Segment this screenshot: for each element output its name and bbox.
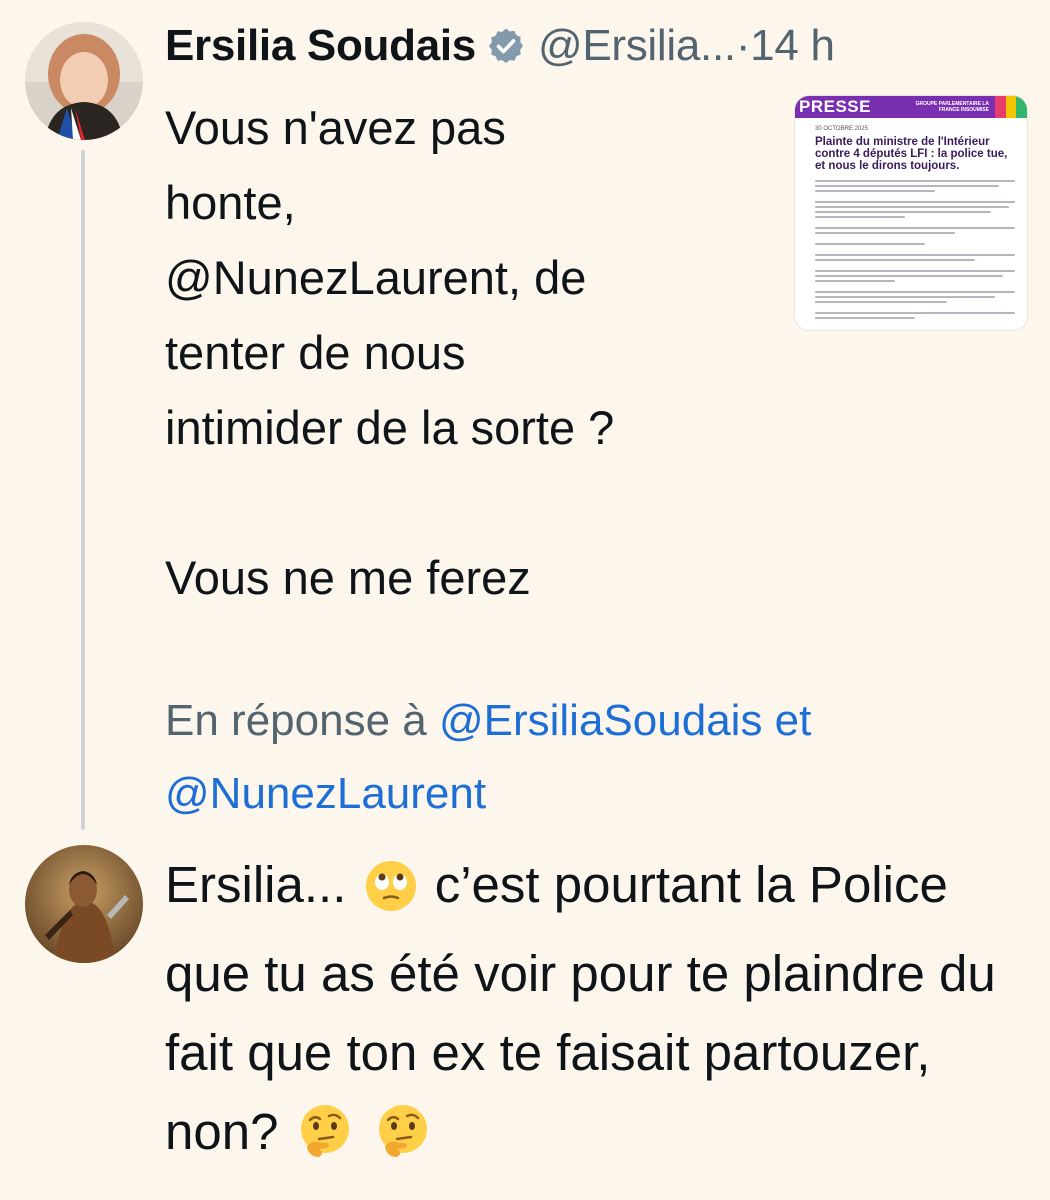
tweet-text-line: tenter de nous: [165, 326, 466, 379]
reply-text-part1: Ersilia...: [165, 856, 347, 913]
reply-context: En réponse à @ErsiliaSoudais et @NunezLa…: [165, 684, 965, 830]
press-banner-title: PRESSE: [799, 97, 871, 116]
color-stripes: [995, 96, 1027, 118]
verified-badge-icon: [486, 26, 526, 66]
tweet-text-line: @NunezLaurent, de: [165, 251, 587, 304]
press-banner: PRESSE GROUPE PARLEMENTAIRE LA FRANCE IN…: [795, 96, 995, 118]
tweet-text-line: intimider de la sorte ?: [165, 401, 615, 454]
mention-ersiliasoudais[interactable]: @ErsiliaSoudais: [439, 696, 762, 745]
press-body-text: [815, 180, 1015, 322]
thread-connector-line: [81, 150, 85, 830]
thinking-face-emoji: [297, 1102, 353, 1181]
avatar-ersilia-soudais[interactable]: [25, 22, 143, 140]
reply-tweet-text: Ersilia... c’est pourtant la Police que …: [165, 845, 1035, 1181]
tweet-header: Ersilia Soudais @Ersilia... · 14 h: [165, 16, 835, 76]
press-date: 30 OCTOBRE 2025: [815, 126, 868, 132]
tweet-text-line: honte,: [165, 176, 296, 229]
tweet-text: Vous n'avez pas honte, @NunezLaurent, de…: [165, 90, 755, 615]
reply-prefix: En réponse à: [165, 696, 439, 745]
user-handle[interactable]: @Ersilia...: [538, 21, 736, 71]
thinking-face-emoji: [375, 1102, 431, 1181]
tweet-text-line: Vous n'avez pas: [165, 101, 506, 154]
mention-nunezlaurent[interactable]: @NunezLaurent: [165, 769, 486, 818]
attached-press-image[interactable]: PRESSE GROUPE PARLEMENTAIRE LA FRANCE IN…: [795, 96, 1027, 330]
tweet-text-line: Vous ne me ferez: [165, 551, 531, 604]
eye-roll-emoji: [365, 855, 417, 934]
avatar-reply-user[interactable]: [25, 845, 143, 963]
header-separator: ·: [735, 21, 751, 70]
press-banner-group: GROUPE PARLEMENTAIRE LA FRANCE INSOUMISE: [915, 101, 989, 113]
reply-conjunction: et: [762, 696, 812, 745]
display-name[interactable]: Ersilia Soudais: [165, 21, 476, 71]
press-headline: Plainte du ministre de l'Intérieur contr…: [815, 136, 1008, 172]
timestamp[interactable]: 14 h: [750, 21, 835, 71]
